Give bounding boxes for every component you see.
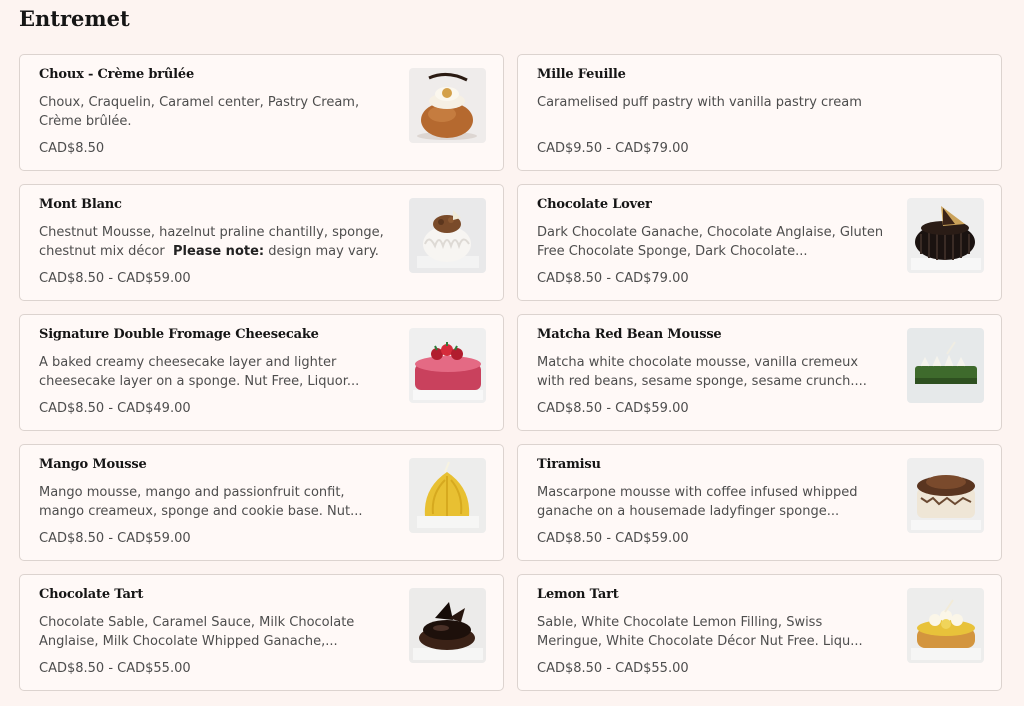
- chocolate-tart-image: [409, 588, 486, 663]
- item-price: CAD$8.50 - CAD$59.00: [537, 401, 689, 416]
- menu-item-card[interactable]: Lemon Tart Sable, White Chocolate Lemon …: [517, 574, 1002, 691]
- item-name: Chocolate Lover: [537, 197, 652, 212]
- menu-item-card[interactable]: Choux - Crème brûlée Choux, Craquelin, C…: [19, 54, 504, 171]
- item-name: Lemon Tart: [537, 587, 619, 602]
- item-description: Chocolate Sable, Caramel Sauce, Milk Cho…: [39, 615, 355, 649]
- item-price: CAD$8.50 - CAD$59.00: [39, 271, 191, 286]
- section-title: Entremet: [19, 6, 130, 31]
- tiramisu-image: [907, 458, 984, 533]
- item-description: Mascarpone mousse with coffee infused wh…: [537, 485, 858, 519]
- mango-mousse-image: [409, 458, 486, 533]
- item-description: Matcha white chocolate mousse, vanilla c…: [537, 355, 867, 389]
- item-price: CAD$8.50 - CAD$59.00: [537, 531, 689, 546]
- menu-page: Entremet Choux - Crème brûlée Choux, Cra…: [0, 0, 1024, 706]
- item-name: Mango Mousse: [39, 457, 147, 472]
- item-description: Choux, Craquelin, Caramel center, Pastry…: [39, 95, 360, 129]
- item-price: CAD$8.50 - CAD$49.00: [39, 401, 191, 416]
- menu-grid: Choux - Crème brûlée Choux, Craquelin, C…: [19, 54, 1002, 691]
- menu-item-card[interactable]: Mango Mousse Mango mousse, mango and pas…: [19, 444, 504, 561]
- item-name: Mont Blanc: [39, 197, 122, 212]
- item-description: Dark Chocolate Ganache, Chocolate Anglai…: [537, 225, 884, 259]
- item-price: CAD$8.50 - CAD$59.00: [39, 531, 191, 546]
- item-description: Mango mousse, mango and passionfruit con…: [39, 485, 363, 519]
- matcha-mousse-image: [907, 328, 984, 403]
- item-price: CAD$9.50 - CAD$79.00: [537, 141, 689, 156]
- menu-item-card[interactable]: Mont Blanc Chestnut Mousse, hazelnut pra…: [19, 184, 504, 301]
- menu-item-card[interactable]: Chocolate Tart Chocolate Sable, Caramel …: [19, 574, 504, 691]
- item-price: CAD$8.50: [39, 141, 105, 156]
- lemon-tart-image: [907, 588, 984, 663]
- menu-item-card[interactable]: Matcha Red Bean Mousse Matcha white choc…: [517, 314, 1002, 431]
- item-description: A baked creamy cheesecake layer and ligh…: [39, 355, 360, 389]
- menu-item-card[interactable]: Mille Feuille Caramelised puff pastry wi…: [517, 54, 1002, 171]
- chocolate-lover-image: [907, 198, 984, 273]
- item-name: Signature Double Fromage Cheesecake: [39, 327, 319, 342]
- item-price: CAD$8.50 - CAD$55.00: [537, 661, 689, 676]
- choux-cream-puff-image: [409, 68, 486, 143]
- menu-item-card[interactable]: Chocolate Lover Dark Chocolate Ganache, …: [517, 184, 1002, 301]
- item-name: Matcha Red Bean Mousse: [537, 327, 722, 342]
- menu-item-card[interactable]: Signature Double Fromage Cheesecake A ba…: [19, 314, 504, 431]
- item-description: Chestnut Mousse, hazelnut praline chanti…: [39, 224, 389, 261]
- item-note-text: design may vary.: [268, 243, 379, 259]
- item-description: Caramelised puff pastry with vanilla pas…: [537, 95, 862, 110]
- cheesecake-image: [409, 328, 486, 403]
- item-note-label: Please note:: [173, 243, 265, 259]
- item-price: CAD$8.50 - CAD$79.00: [537, 271, 689, 286]
- item-price: CAD$8.50 - CAD$55.00: [39, 661, 191, 676]
- mont-blanc-image: [409, 198, 486, 273]
- item-name: Chocolate Tart: [39, 587, 144, 602]
- item-name: Mille Feuille: [537, 67, 626, 82]
- item-description: Sable, White Chocolate Lemon Filling, Sw…: [537, 615, 863, 649]
- menu-item-card[interactable]: Tiramisu Mascarpone mousse with coffee i…: [517, 444, 1002, 561]
- item-name: Choux - Crème brûlée: [39, 67, 195, 82]
- item-name: Tiramisu: [537, 457, 601, 472]
